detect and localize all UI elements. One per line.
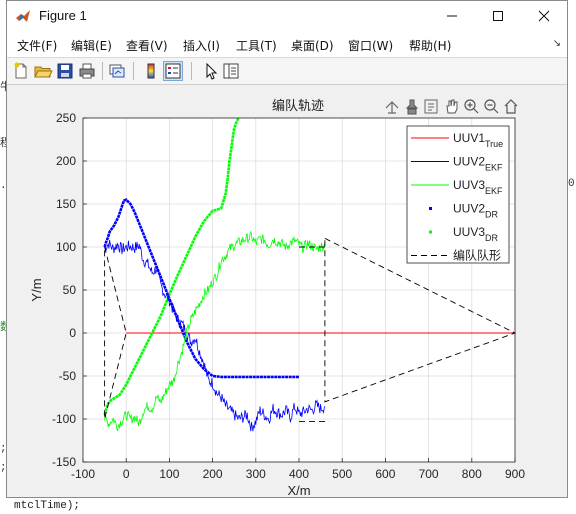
data-tips-icon-lines [428,103,434,111]
legend-swatch-marker [429,207,432,210]
link-plot-button[interactable] [107,61,127,81]
figure-toolbar [7,57,567,85]
toolbar-separator [191,62,192,80]
home-icon-shape [504,99,518,114]
y-tick-label: 250 [56,111,76,125]
save-icon [57,63,73,79]
brush-icon-shape [405,99,419,115]
new-figure-icon [14,62,27,79]
export-icon[interactable] [385,101,399,114]
legend-label-subscript: DR [485,233,498,243]
close-icon [538,10,550,22]
property-inspector-icon [223,63,239,79]
legend-swatch-marker [429,230,432,234]
matlab-icon [16,10,30,22]
x-tick-label: 200 [203,467,223,481]
y-tick-label: 150 [56,197,76,211]
x-tick-label: 700 [419,467,439,481]
property-inspector-button[interactable] [221,61,241,81]
window-title: Figure 1 [39,8,87,23]
print-icon [79,63,95,79]
print-button[interactable] [77,61,97,81]
y-tick-label: 50 [63,283,77,297]
x-tick-label: -100 [71,467,95,481]
y-tick-label: 100 [56,240,76,254]
data-tips-icon[interactable] [424,99,438,114]
x-tick-label: 800 [462,467,482,481]
menu-insert[interactable]: 插入(I) [183,37,220,54]
menu-desktop[interactable]: 桌面(D) [291,37,334,54]
dock-arrow-icon[interactable]: ↘ [553,38,561,49]
menu-tools[interactable]: 工具(T) [236,37,277,54]
colorbar-icon [147,63,155,79]
trajectory-plot[interactable]: -100 0 100 200 300 400 500 600 700 800 900-150-100… [7,85,567,498]
pan-icon[interactable] [446,99,458,114]
axes-toolbar [385,99,518,115]
background-bottom-strip: mtclTime); [0,498,576,514]
toolbar-separator [133,62,134,80]
x-tick-label: 600 [375,467,395,481]
x-tick-label: 500 [332,467,352,481]
pointer-button[interactable] [201,61,221,81]
close-button[interactable] [521,1,567,31]
link-plot-icon [109,64,125,78]
legend-label-subscript: True [485,139,503,149]
maximize-button[interactable] [475,1,521,31]
toolbar-separator [102,62,103,80]
legend-label: 编队队形 [453,248,501,263]
menu-view[interactable]: 查看(V) [126,37,168,54]
menu-edit[interactable]: 编辑(E) [71,37,112,54]
legend-icon [165,63,181,79]
menu-window[interactable]: 窗口(W) [348,37,393,54]
zoom-out-icon[interactable] [484,99,499,114]
zoom-in-icon[interactable] [464,99,479,114]
y-tick-label: -100 [52,412,76,426]
home-icon[interactable] [504,99,518,114]
menu-file[interactable]: 文件(F) [17,37,57,54]
figure-window: Figure 1 文件(F) 编辑(E) 查看(V) 插入(I) 工具(T) 桌… [6,0,568,498]
pointer-icon [206,62,218,80]
legend-label-subscript: EKF [485,186,503,196]
x-tick-label: 900 [505,467,525,481]
minimize-icon [447,15,457,17]
open-file-button[interactable] [33,61,53,81]
background-right-strip: 0 [568,0,576,514]
bg-fragment: mtclTime); [14,500,81,512]
bg-fragment: 0 [568,178,575,190]
y-tick-label: -50 [59,369,77,383]
x-tick-label: 300 [246,467,266,481]
x-tick-label: 0 [123,467,130,481]
legend[interactable]: UUV1TrueUUV2EKFUUV3EKFUUV2DRUUV3DR编队队形 [406,125,510,264]
legend-label-subscript: EKF [485,163,503,173]
open-file-icon [34,66,53,78]
legend-button[interactable] [163,61,183,81]
y-tick-label: 0 [69,326,76,340]
zoom-in-icon-lines [467,102,479,114]
y-axis-label: Y/m [29,278,44,301]
chart-title: 编队轨迹 [272,98,324,113]
maximize-icon [493,11,503,21]
x-tick-label: 100 [159,467,179,481]
brush-icon[interactable] [405,99,419,115]
y-tick-label: 200 [56,154,76,168]
title-bar: Figure 1 [7,1,567,31]
minimize-button[interactable] [429,1,475,31]
new-figure-button[interactable] [11,61,31,81]
menu-help[interactable]: 帮助(H) [409,37,451,54]
legend-label-subscript: DR [485,210,498,220]
menu-bar: 文件(F) 编辑(E) 查看(V) 插入(I) 工具(T) 桌面(D) 窗口(W… [7,31,567,57]
pan-icon-shape [446,99,458,114]
colorbar-button[interactable] [141,61,161,81]
y-tick-label: -150 [52,455,76,469]
x-axis-label: X/m [287,483,310,497]
x-tick-label: 400 [289,467,309,481]
export-icon-shape [385,101,399,114]
save-button[interactable] [55,61,75,81]
figure-canvas: -100 0 100 200 300 400 500 600 700 800 900 -150 -100… [7,85,567,498]
